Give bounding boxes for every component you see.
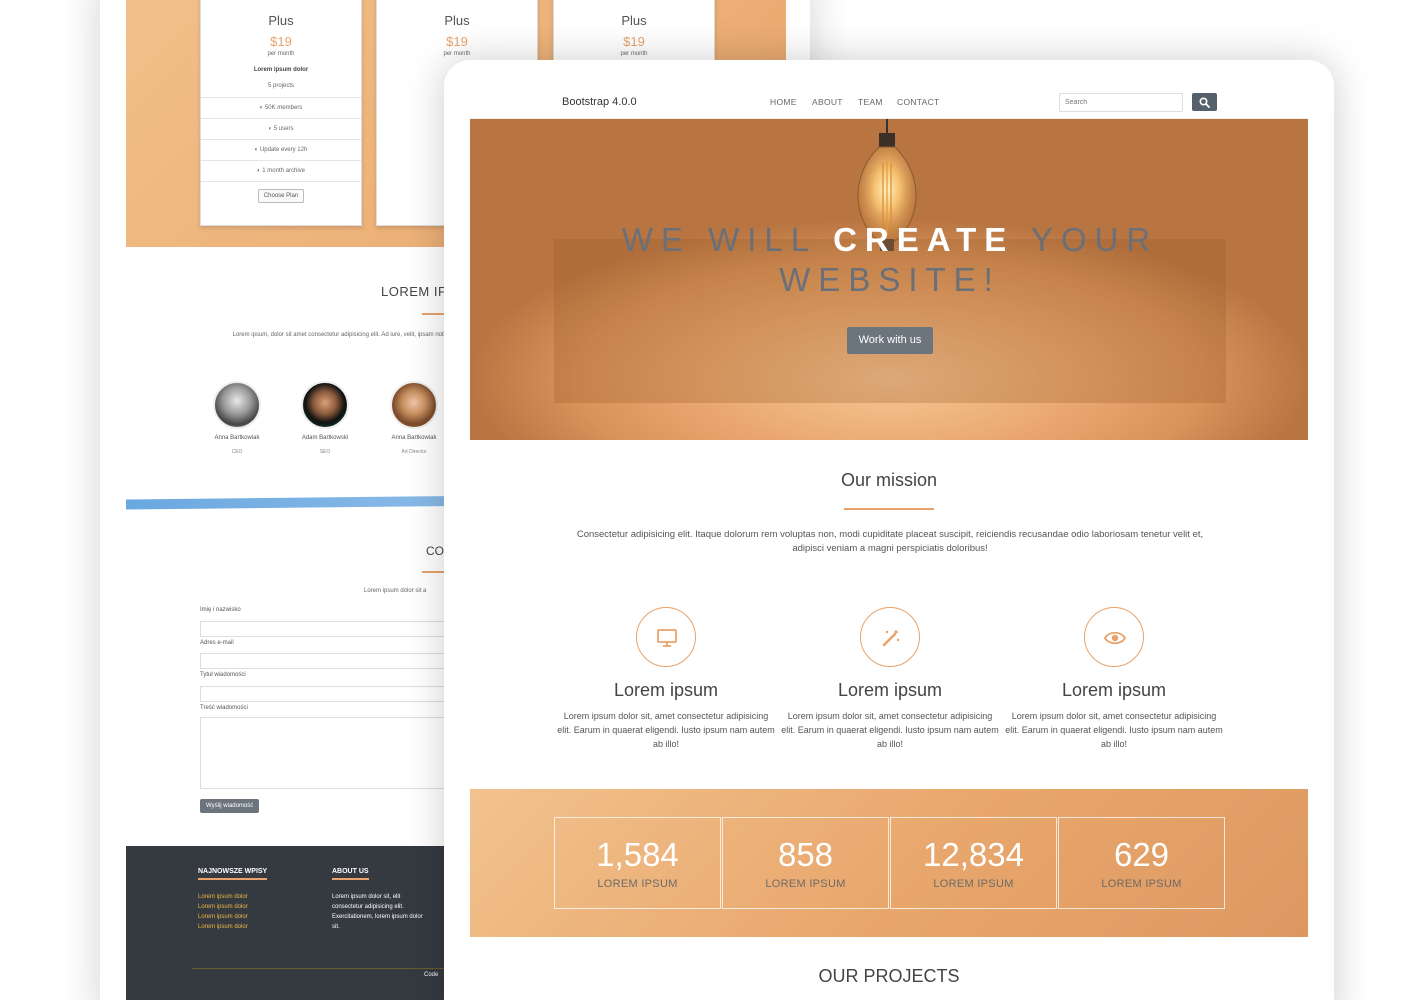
feature-icon-circle [636,607,696,667]
hero-heading-pre: WE WILL [621,221,816,258]
navbar-brand[interactable]: Bootstrap 4.0.0 [562,96,637,108]
hero-heading-highlight: CREATE [833,221,1015,258]
search-button[interactable] [1192,93,1217,111]
stat-label: LOREM IPSUM [933,878,1014,890]
work-with-us-button[interactable]: Work with us [847,327,933,354]
mission-text: Consectetur adipisicing elit. Itaque dol… [576,529,1204,554]
avatar [301,381,349,429]
plan-subtitle: Lorem ipsum dolor [253,67,309,73]
stat-label: LOREM IPSUM [765,878,846,890]
name-label: Imię i nazwisko [200,607,241,613]
plan-feature-text: 50K members [264,105,303,111]
footer-links: Lorem ipsum dolor Lorem ipsum dolor Lore… [198,892,248,932]
stat-value: 858 [777,836,834,873]
plan-price: $19 [446,34,468,49]
email-label: Adres e-mail [200,640,234,646]
send-message-button[interactable]: Wyślij wiadomość [200,799,260,813]
plan-title: Plus [621,13,647,28]
stat-counter: 858 LOREM IPSUM [722,817,889,909]
message-label: Treść wiadomości [200,705,248,711]
plan-period: per month [267,51,295,57]
feature-text: Lorem ipsum dolor sit, amet consectetur … [557,711,775,749]
stat-value: 12,834 [923,836,1024,873]
stat-counter: 12,834 LOREM IPSUM [890,817,1057,909]
footer-about-text: Lorem ipsum dolor sit, elit consectetur … [332,894,423,930]
plan-title: Plus [444,13,470,28]
footer-link[interactable]: Lorem ipsum dolor [198,912,248,922]
contact-title: CO [426,544,444,558]
footer-code-text: Code [424,972,439,978]
member-role: Art Director [401,449,427,455]
search-icon [1199,97,1210,108]
plan-projects: 5 projects [201,83,361,98]
plan-price: $19 [270,34,292,49]
plan-feature-text: Update every 12h [259,147,308,153]
member-role: SEO [319,449,331,455]
avatar [390,381,438,429]
footer-about-title: ABOUT US [332,868,369,880]
plan-feature: ◐ Update every 12h [201,140,361,161]
feature-text: Lorem ipsum dolor sit, amet consectetur … [781,711,999,749]
member-role: CEO [231,449,243,455]
plan-period: per month [443,51,471,57]
mockup-stage: Plus $19 per month Lorem ipsum dolor 5 p… [0,0,1406,1000]
plan-feature: ◐ 5 users [201,119,361,140]
plan-feature-text: 5 users [273,126,294,132]
stat-value: 1,584 [596,836,679,873]
stat-label: LOREM IPSUM [1101,878,1182,890]
nav-item-team[interactable]: TEAM [858,97,883,107]
plan-feature: ◐ 1 month archive [201,161,361,182]
contact-description: Lorem ipsum dolor sit a [364,588,427,594]
team-title: LOREM IP [381,284,448,299]
avatar [213,381,261,429]
front-page-preview: Bootstrap 4.0.0 HOME ABOUT TEAM CONTACT [470,86,1308,1000]
feature-icon-circle [1084,607,1144,667]
plan-period: per month [620,51,648,57]
mission-title: Our mission [840,470,938,490]
plan-title: Plus [268,13,294,28]
mission-title-underline [844,508,934,510]
magic-wand-icon [882,629,900,647]
monitor-icon [657,629,677,647]
stat-label: LOREM IPSUM [597,878,678,890]
hero-heading: WE WILL CREATE YOUR [554,221,1226,259]
nav-item-contact[interactable]: CONTACT [897,97,940,107]
feature-title: Lorem ipsum [613,680,719,700]
stat-counter: 629 LOREM IPSUM [1058,817,1225,909]
feature-title: Lorem ipsum [1061,680,1167,700]
subject-label: Tytuł wiadomości [200,672,246,678]
feature-title: Lorem ipsum [837,680,943,700]
pricing-card-1: Plus $19 per month Lorem ipsum dolor 5 p… [200,0,362,226]
nav-item-about[interactable]: ABOUT [812,97,843,107]
member-name: Anna Bartkowiak [391,435,437,441]
plan-feature-text: 1 month archive [262,168,305,174]
plan-price: $19 [623,34,645,49]
navbar: Bootstrap 4.0.0 HOME ABOUT TEAM CONTACT [470,86,1308,119]
footer-link[interactable]: Lorem ipsum dolor [198,892,248,902]
hero-heading-line2: WEBSITE! [779,261,1001,298]
nav-item-home[interactable]: HOME [770,97,797,107]
stats-section: 1,584 LOREM IPSUM 858 LOREM IPSUM 12,834… [470,789,1308,937]
hero-heading-post: YOUR [1030,221,1159,258]
footer-recent-posts-title: NAJNOWSZE WPISY [198,868,268,880]
footer-link[interactable]: Lorem ipsum dolor [198,922,248,932]
footer-link[interactable]: Lorem ipsum dolor [198,902,248,912]
stat-counter: 1,584 LOREM IPSUM [554,817,721,909]
member-name: Adam Bartkowski [301,435,349,441]
member-name: Anna Bartkowiak [214,435,260,441]
plan-feature: ◐ 50K members [201,98,361,119]
feature-icon-circle [860,607,920,667]
projects-title: OUR PROJECTS [818,966,960,986]
feature-text: Lorem ipsum dolor sit, amet consectetur … [1005,711,1223,749]
choose-plan-button[interactable]: Choose Plan [257,189,305,203]
eye-icon [1103,631,1127,645]
search-input[interactable] [1059,93,1183,112]
stat-value: 629 [1113,836,1170,873]
